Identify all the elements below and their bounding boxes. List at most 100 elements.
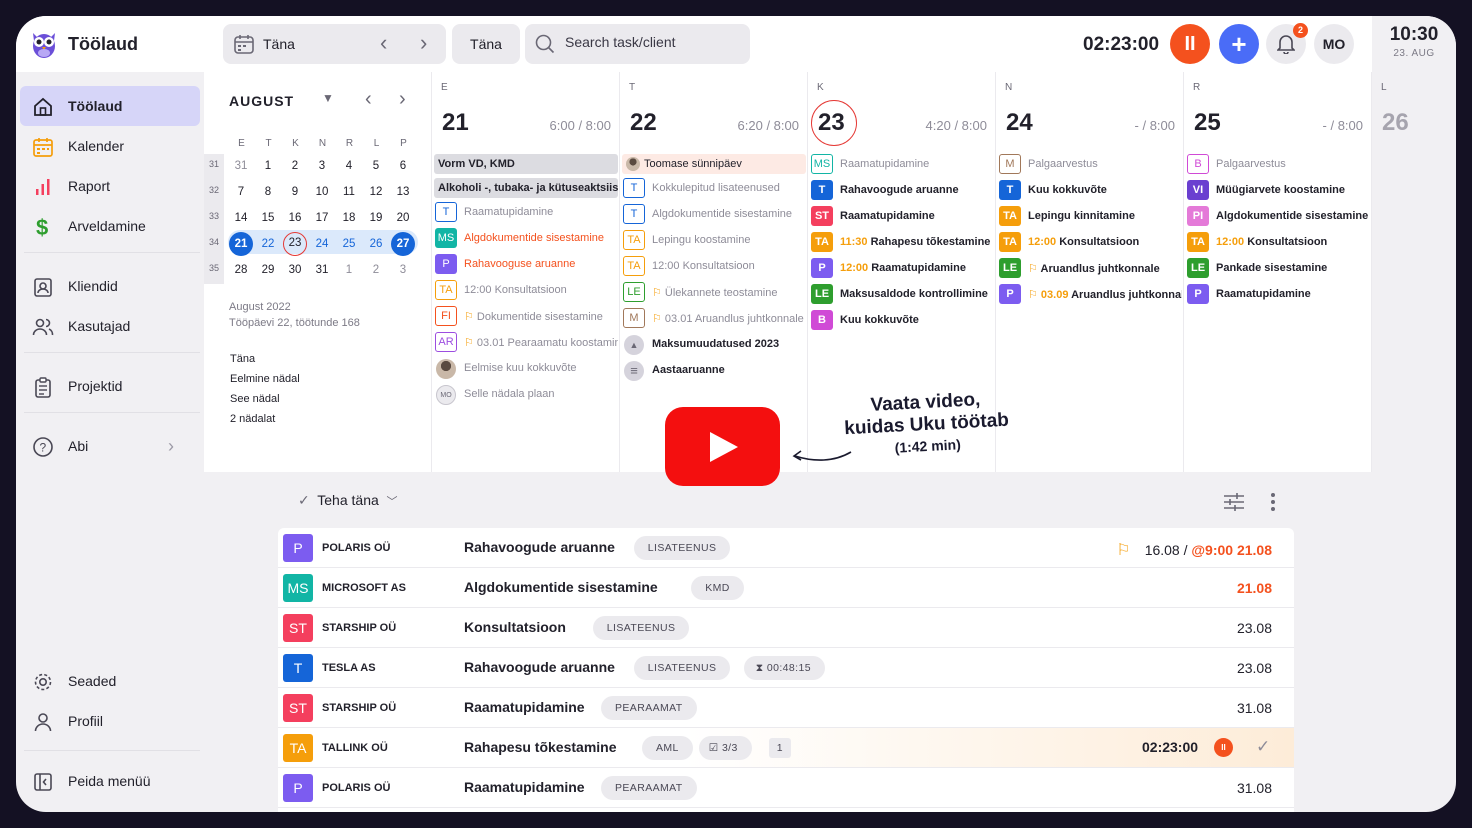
mini-calendar-day[interactable]: 30 xyxy=(283,258,307,282)
day-number[interactable]: 22 xyxy=(630,109,657,137)
mini-calendar-day[interactable]: 9 xyxy=(283,180,307,204)
notifications-button[interactable]: 2 xyxy=(1266,23,1308,64)
calendar-task[interactable]: Alkoholi -, tubaka- ja kütuseaktsiis xyxy=(434,178,618,198)
table-row[interactable]: ST STARSHIP OÜ Raamatupidamine PEARAAMAT 31.… xyxy=(278,688,1294,728)
date-picker[interactable]: Täna ‹ › xyxy=(223,24,446,64)
calendar-task[interactable]: T Kokkulepitud lisateenused xyxy=(622,178,806,200)
mini-calendar-day[interactable]: 27 xyxy=(391,232,415,256)
filter-dropdown[interactable]: ✓ Teha täna ﹀ xyxy=(298,492,398,509)
calendar-task[interactable]: LE Pankade sisestamine xyxy=(1186,258,1370,280)
calendar-task[interactable]: FI ⚐ Dokumentide sisestamine xyxy=(434,306,618,328)
calendar-task[interactable]: P Raamatupidamine xyxy=(1186,284,1370,306)
calendar-task[interactable]: Vorm VD, KMD xyxy=(434,154,618,174)
table-row[interactable]: ST STARSHIP OÜ Konsultatsioon LISATEENUS 23.… xyxy=(278,608,1294,648)
mini-calendar-day[interactable]: 8 xyxy=(256,180,280,204)
mini-calendar-day[interactable]: 18 xyxy=(337,206,361,230)
calendar-task[interactable]: LE ⚐ Aruandlus juhtkonnale xyxy=(998,258,1182,280)
calendar-task[interactable]: TA 12:00 Konsultatsioon xyxy=(622,256,806,278)
prev-day-icon[interactable]: ‹ xyxy=(380,32,387,54)
mini-calendar-day[interactable]: 11 xyxy=(337,180,361,204)
mini-calendar-day[interactable]: 4 xyxy=(337,154,361,178)
mini-calendar-day[interactable]: 25 xyxy=(337,232,361,256)
mini-calendar-day[interactable]: 16 xyxy=(283,206,307,230)
calendar-task[interactable]: B Kuu kokkuvõte xyxy=(810,310,994,332)
mini-calendar-day[interactable]: 3 xyxy=(310,154,334,178)
calendar-task[interactable]: TA 12:00 Konsultatsioon xyxy=(998,232,1182,254)
mini-calendar-day[interactable]: 31 xyxy=(310,258,334,282)
mini-calendar-day[interactable]: 26 xyxy=(364,232,388,256)
calendar-task[interactable]: TA 11:30 Rahapesu tõkestamine xyxy=(810,232,994,254)
calendar-task[interactable]: TA 12:00 Konsultatsioon xyxy=(434,280,618,302)
more-options-icon[interactable] xyxy=(1270,490,1276,514)
calendar-task[interactable]: P ⚐ 03.09 Aruandlus juhtkonnale xyxy=(998,284,1182,306)
calendar-task[interactable]: M Palgaarvestus xyxy=(998,154,1182,176)
calendar-task[interactable]: Toomase sünnipäev xyxy=(622,154,806,174)
sidebar-item-abi[interactable]: ? Abi › xyxy=(20,426,200,466)
add-button[interactable]: + xyxy=(1219,24,1259,64)
mini-calendar-day[interactable]: 24 xyxy=(310,232,334,256)
calendar-task[interactable]: ≡ Aastaaruanne xyxy=(622,360,806,382)
quick-link-last-week[interactable]: Eelmine nädal xyxy=(230,373,300,385)
calendar-task[interactable]: TA 12:00 Konsultatsioon xyxy=(1186,232,1370,254)
sidebar-item-seaded[interactable]: Seaded xyxy=(20,661,200,701)
quick-link-this-week[interactable]: See nädal xyxy=(230,393,280,405)
calendar-task[interactable]: Eelmise kuu kokkuvõte xyxy=(434,358,618,380)
sidebar-item-profiil[interactable]: Profiil xyxy=(20,701,200,741)
calendar-task[interactable]: P Rahavooguse aruanne xyxy=(434,254,618,276)
mini-calendar-day[interactable]: 23 xyxy=(283,232,307,256)
next-month-icon[interactable]: › xyxy=(399,88,406,111)
sidebar-item-kalender[interactable]: Kalender xyxy=(20,126,200,166)
mini-calendar-day[interactable]: 19 xyxy=(364,206,388,230)
mini-calendar-day[interactable]: 15 xyxy=(256,206,280,230)
calendar-task[interactable]: LE ⚐ Ülekannete teostamine xyxy=(622,282,806,304)
calendar-task[interactable]: B Palgaarvestus xyxy=(1186,154,1370,176)
calendar-task[interactable]: AR ⚐ 03.01 Pearaamatu koostamine xyxy=(434,332,618,354)
day-number[interactable]: 24 xyxy=(1006,109,1033,137)
calendar-task[interactable]: ▲ Maksumuudatused 2023 xyxy=(622,334,806,356)
calendar-task[interactable]: MS Algdokumentide sisestamine xyxy=(434,228,618,250)
sidebar-item-toolaud[interactable]: Töölaud xyxy=(20,86,200,126)
user-avatar[interactable]: MO xyxy=(1314,24,1354,64)
calendar-task[interactable]: MO Selle nädala plaan xyxy=(434,384,618,406)
calendar-task[interactable]: TA Lepingu koostamine xyxy=(622,230,806,252)
mini-calendar-day[interactable]: 17 xyxy=(310,206,334,230)
mini-calendar-day[interactable]: 29 xyxy=(256,258,280,282)
calendar-task[interactable]: M ⚐ 03.01 Aruandlus juhtkonnale xyxy=(622,308,806,330)
calendar-task[interactable]: T Algdokumentide sisestamine xyxy=(622,204,806,226)
pause-button[interactable]: II xyxy=(1214,738,1233,757)
sidebar-item-raport[interactable]: Raport xyxy=(20,166,200,206)
day-number[interactable]: 21 xyxy=(442,109,469,137)
mini-calendar-day[interactable]: 6 xyxy=(391,154,415,178)
table-row[interactable]: P POLARIS OÜ Raamatupidamine PEARAAMAT 31.08 xyxy=(278,768,1294,808)
table-row[interactable]: P POLARIS OÜ Rahavoogude aruanne LISATEENUS… xyxy=(278,528,1294,568)
mini-calendar-day[interactable]: 22 xyxy=(256,232,280,256)
calendar-task[interactable]: P 12:00 Raamatupidamine xyxy=(810,258,994,280)
mini-calendar-day[interactable]: 2 xyxy=(283,154,307,178)
day-number[interactable]: 25 xyxy=(1194,109,1221,137)
calendar-task[interactable]: ST Raamatupidamine xyxy=(810,206,994,228)
mini-calendar-day[interactable]: 5 xyxy=(364,154,388,178)
hide-menu-button[interactable]: Peida menüü xyxy=(20,761,200,801)
calendar-task[interactable]: T Kuu kokkuvõte xyxy=(998,180,1182,202)
calendar-task[interactable]: LE Maksusaldode kontrollimine xyxy=(810,284,994,306)
table-row[interactable]: MS MICROSOFT AS Algdokumentide sisestamine… xyxy=(278,568,1294,608)
video-play-button[interactable] xyxy=(665,407,780,486)
quick-link-today[interactable]: Täna xyxy=(230,353,255,365)
calendar-task[interactable]: PI Algdokumentide sisestamine xyxy=(1186,206,1370,228)
filter-settings-icon[interactable] xyxy=(1222,490,1246,514)
mini-calendar-day[interactable]: 7 xyxy=(229,180,253,204)
month-dropdown-icon[interactable]: ▼ xyxy=(322,91,334,105)
sidebar-item-arveldamine[interactable]: $ Arveldamine xyxy=(20,206,200,246)
calendar-task[interactable]: VI Müügiarvete koostamine xyxy=(1186,180,1370,202)
today-button[interactable]: Täna xyxy=(452,24,520,64)
calendar-task[interactable]: TA Lepingu kinnitamine xyxy=(998,206,1182,228)
mini-calendar-day[interactable]: 1 xyxy=(337,258,361,282)
day-number[interactable]: 23 xyxy=(818,109,845,137)
mini-calendar-day[interactable]: 3 xyxy=(391,258,415,282)
quick-link-two-weeks[interactable]: 2 nädalat xyxy=(230,413,275,425)
mini-calendar-day[interactable]: 10 xyxy=(310,180,334,204)
calendar-task[interactable]: MS Raamatupidamine xyxy=(810,154,994,176)
next-day-icon[interactable]: › xyxy=(420,32,427,54)
sidebar-item-kliendid[interactable]: Kliendid xyxy=(20,266,200,306)
mini-calendar-day[interactable]: 20 xyxy=(391,206,415,230)
